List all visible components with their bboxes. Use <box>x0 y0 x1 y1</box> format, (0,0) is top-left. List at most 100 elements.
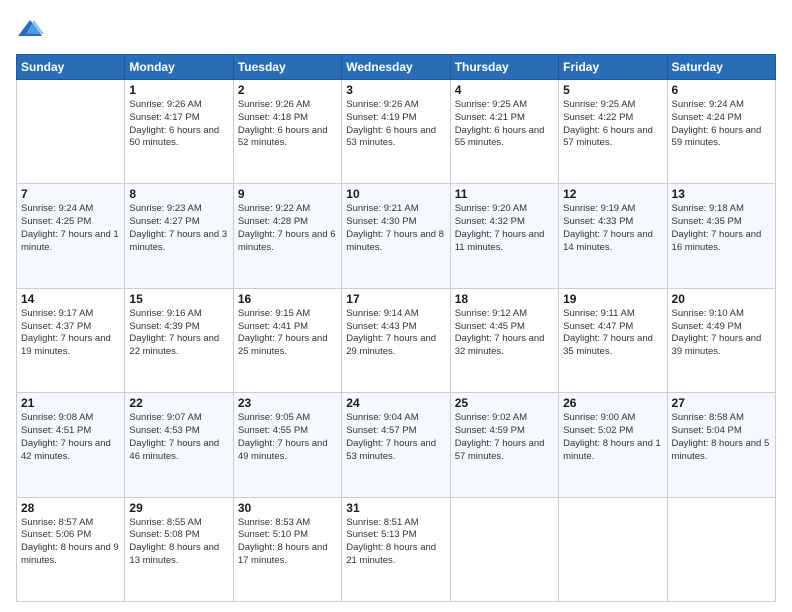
calendar-cell: 3 Sunrise: 9:26 AM Sunset: 4:19 PM Dayli… <box>342 80 450 184</box>
sunset-text: Sunset: 4:25 PM <box>21 216 120 229</box>
sunrise-text: Sunrise: 9:00 AM <box>563 412 662 425</box>
sunset-text: Sunset: 4:55 PM <box>238 425 337 438</box>
sunset-text: Sunset: 4:18 PM <box>238 112 337 125</box>
day-number: 18 <box>455 292 554 306</box>
sunset-text: Sunset: 5:04 PM <box>672 425 771 438</box>
day-number: 15 <box>129 292 228 306</box>
sunset-text: Sunset: 4:43 PM <box>346 321 445 334</box>
sunrise-text: Sunrise: 9:15 AM <box>238 308 337 321</box>
sunset-text: Sunset: 5:02 PM <box>563 425 662 438</box>
day-number: 25 <box>455 396 554 410</box>
day-number: 26 <box>563 396 662 410</box>
calendar-cell: 2 Sunrise: 9:26 AM Sunset: 4:18 PM Dayli… <box>233 80 341 184</box>
sunset-text: Sunset: 5:13 PM <box>346 529 445 542</box>
sunrise-text: Sunrise: 9:04 AM <box>346 412 445 425</box>
daylight-text: Daylight: 7 hours and 19 minutes. <box>21 333 120 359</box>
calendar-cell: 14 Sunrise: 9:17 AM Sunset: 4:37 PM Dayl… <box>17 288 125 392</box>
daylight-text: Daylight: 6 hours and 55 minutes. <box>455 125 554 151</box>
daylight-text: Daylight: 7 hours and 57 minutes. <box>455 438 554 464</box>
calendar-cell: 7 Sunrise: 9:24 AM Sunset: 4:25 PM Dayli… <box>17 184 125 288</box>
sunrise-text: Sunrise: 9:22 AM <box>238 203 337 216</box>
daylight-text: Daylight: 7 hours and 39 minutes. <box>672 333 771 359</box>
week-row-4: 28 Sunrise: 8:57 AM Sunset: 5:06 PM Dayl… <box>17 497 776 601</box>
sunrise-text: Sunrise: 9:14 AM <box>346 308 445 321</box>
calendar-cell: 22 Sunrise: 9:07 AM Sunset: 4:53 PM Dayl… <box>125 393 233 497</box>
sunset-text: Sunset: 5:06 PM <box>21 529 120 542</box>
sunset-text: Sunset: 4:30 PM <box>346 216 445 229</box>
sunrise-text: Sunrise: 9:25 AM <box>563 99 662 112</box>
page: SundayMondayTuesdayWednesdayThursdayFrid… <box>0 0 792 612</box>
sunset-text: Sunset: 4:45 PM <box>455 321 554 334</box>
sunset-text: Sunset: 4:35 PM <box>672 216 771 229</box>
daylight-text: Daylight: 7 hours and 49 minutes. <box>238 438 337 464</box>
day-number: 31 <box>346 501 445 515</box>
calendar-cell: 20 Sunrise: 9:10 AM Sunset: 4:49 PM Dayl… <box>667 288 775 392</box>
sunset-text: Sunset: 5:10 PM <box>238 529 337 542</box>
calendar-cell: 23 Sunrise: 9:05 AM Sunset: 4:55 PM Dayl… <box>233 393 341 497</box>
day-number: 11 <box>455 187 554 201</box>
daylight-text: Daylight: 7 hours and 11 minutes. <box>455 229 554 255</box>
day-number: 17 <box>346 292 445 306</box>
sunrise-text: Sunrise: 8:58 AM <box>672 412 771 425</box>
daylight-text: Daylight: 7 hours and 8 minutes. <box>346 229 445 255</box>
daylight-text: Daylight: 7 hours and 25 minutes. <box>238 333 337 359</box>
day-number: 12 <box>563 187 662 201</box>
day-number: 21 <box>21 396 120 410</box>
day-number: 30 <box>238 501 337 515</box>
header <box>16 16 776 44</box>
logo-icon <box>16 16 44 44</box>
calendar-cell: 5 Sunrise: 9:25 AM Sunset: 4:22 PM Dayli… <box>559 80 667 184</box>
sunset-text: Sunset: 4:17 PM <box>129 112 228 125</box>
daylight-text: Daylight: 6 hours and 50 minutes. <box>129 125 228 151</box>
calendar-cell: 19 Sunrise: 9:11 AM Sunset: 4:47 PM Dayl… <box>559 288 667 392</box>
sunset-text: Sunset: 4:49 PM <box>672 321 771 334</box>
sunset-text: Sunset: 4:33 PM <box>563 216 662 229</box>
sunset-text: Sunset: 4:24 PM <box>672 112 771 125</box>
calendar-cell: 25 Sunrise: 9:02 AM Sunset: 4:59 PM Dayl… <box>450 393 558 497</box>
day-number: 13 <box>672 187 771 201</box>
calendar-cell: 15 Sunrise: 9:16 AM Sunset: 4:39 PM Dayl… <box>125 288 233 392</box>
daylight-text: Daylight: 8 hours and 17 minutes. <box>238 542 337 568</box>
daylight-text: Daylight: 7 hours and 35 minutes. <box>563 333 662 359</box>
sunset-text: Sunset: 4:59 PM <box>455 425 554 438</box>
sunrise-text: Sunrise: 9:10 AM <box>672 308 771 321</box>
sunset-text: Sunset: 4:19 PM <box>346 112 445 125</box>
sunrise-text: Sunrise: 9:19 AM <box>563 203 662 216</box>
calendar-cell: 16 Sunrise: 9:15 AM Sunset: 4:41 PM Dayl… <box>233 288 341 392</box>
daylight-text: Daylight: 7 hours and 3 minutes. <box>129 229 228 255</box>
daylight-text: Daylight: 7 hours and 32 minutes. <box>455 333 554 359</box>
day-number: 1 <box>129 83 228 97</box>
daylight-text: Daylight: 6 hours and 57 minutes. <box>563 125 662 151</box>
sunset-text: Sunset: 4:28 PM <box>238 216 337 229</box>
calendar-cell: 13 Sunrise: 9:18 AM Sunset: 4:35 PM Dayl… <box>667 184 775 288</box>
calendar-cell: 30 Sunrise: 8:53 AM Sunset: 5:10 PM Dayl… <box>233 497 341 601</box>
sunset-text: Sunset: 4:57 PM <box>346 425 445 438</box>
calendar-cell: 9 Sunrise: 9:22 AM Sunset: 4:28 PM Dayli… <box>233 184 341 288</box>
daylight-text: Daylight: 7 hours and 16 minutes. <box>672 229 771 255</box>
sunset-text: Sunset: 4:22 PM <box>563 112 662 125</box>
sunset-text: Sunset: 4:53 PM <box>129 425 228 438</box>
calendar-cell: 1 Sunrise: 9:26 AM Sunset: 4:17 PM Dayli… <box>125 80 233 184</box>
daylight-text: Daylight: 8 hours and 9 minutes. <box>21 542 120 568</box>
sunrise-text: Sunrise: 9:26 AM <box>238 99 337 112</box>
daylight-text: Daylight: 7 hours and 22 minutes. <box>129 333 228 359</box>
sunrise-text: Sunrise: 9:26 AM <box>346 99 445 112</box>
day-number: 20 <box>672 292 771 306</box>
logo <box>16 16 48 44</box>
calendar-cell <box>559 497 667 601</box>
day-number: 4 <box>455 83 554 97</box>
daylight-text: Daylight: 7 hours and 6 minutes. <box>238 229 337 255</box>
weekday-header-wednesday: Wednesday <box>342 55 450 80</box>
week-row-1: 7 Sunrise: 9:24 AM Sunset: 4:25 PM Dayli… <box>17 184 776 288</box>
week-row-2: 14 Sunrise: 9:17 AM Sunset: 4:37 PM Dayl… <box>17 288 776 392</box>
calendar-cell <box>667 497 775 601</box>
calendar-cell: 26 Sunrise: 9:00 AM Sunset: 5:02 PM Dayl… <box>559 393 667 497</box>
sunrise-text: Sunrise: 9:16 AM <box>129 308 228 321</box>
calendar-cell: 10 Sunrise: 9:21 AM Sunset: 4:30 PM Dayl… <box>342 184 450 288</box>
day-number: 3 <box>346 83 445 97</box>
sunset-text: Sunset: 4:39 PM <box>129 321 228 334</box>
sunrise-text: Sunrise: 8:51 AM <box>346 517 445 530</box>
calendar-cell: 28 Sunrise: 8:57 AM Sunset: 5:06 PM Dayl… <box>17 497 125 601</box>
calendar-cell: 31 Sunrise: 8:51 AM Sunset: 5:13 PM Dayl… <box>342 497 450 601</box>
day-number: 9 <box>238 187 337 201</box>
